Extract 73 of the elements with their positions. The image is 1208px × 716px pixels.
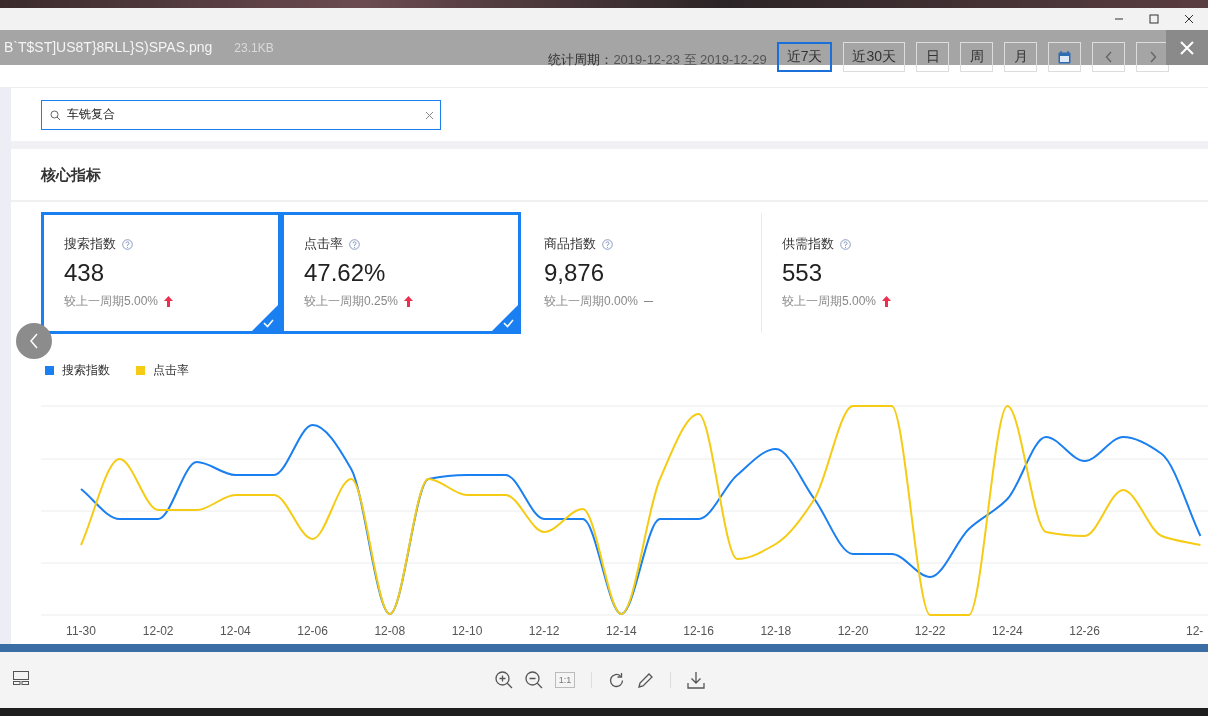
- period-label: 统计周期：: [548, 51, 614, 69]
- check-corner-icon: [252, 305, 278, 331]
- close-button[interactable]: [1166, 30, 1208, 65]
- maximize-icon[interactable]: [1149, 14, 1159, 24]
- file-name: B`T$ST]US8T}8RLL}S)SPAS.png: [4, 39, 213, 55]
- up-arrow-icon: [404, 296, 414, 307]
- metric-label: 点击率: [304, 235, 343, 253]
- calendar-icon: [1058, 50, 1071, 64]
- axis-label: 12-26: [1069, 624, 1100, 638]
- zoom-out-icon[interactable]: [525, 671, 543, 689]
- help-icon[interactable]: [602, 238, 613, 250]
- metric-change: 较上一周期0.25%: [304, 293, 399, 310]
- axis-label: 12-12: [528, 624, 560, 638]
- check-corner-icon: [492, 305, 518, 331]
- range-button[interactable]: 近30天: [843, 42, 905, 72]
- metric-change: 较上一周期5.00%: [782, 293, 877, 310]
- range-button[interactable]: 月: [1004, 42, 1037, 72]
- thumbnails-icon[interactable]: [13, 671, 29, 685]
- axis-label: 12-02: [142, 624, 174, 638]
- range-button[interactable]: 周: [960, 42, 993, 72]
- axis-label: 12-20: [837, 624, 869, 638]
- close-icon[interactable]: [1184, 14, 1194, 24]
- clear-icon[interactable]: [425, 110, 434, 120]
- zoom-in-icon[interactable]: [495, 671, 513, 689]
- metric-card[interactable]: 点击率 47.62% 较上一周期0.25%: [281, 212, 521, 334]
- axis-label: 12-22: [914, 624, 946, 638]
- metric-change: 较上一周期0.00%: [544, 293, 639, 310]
- section-title: 核心指标: [11, 149, 1208, 202]
- help-icon[interactable]: [122, 238, 133, 250]
- previous-image-button[interactable]: [16, 323, 52, 359]
- legend-label[interactable]: 点击率: [153, 361, 189, 379]
- help-icon[interactable]: [840, 238, 851, 250]
- metric-label: 供需指数: [782, 235, 834, 253]
- axis-label: 12-16: [683, 624, 714, 638]
- legend-label[interactable]: 搜索指数: [62, 361, 110, 379]
- metric-value: 438: [64, 259, 106, 287]
- metric-card[interactable]: 搜索指数 438 较上一周期5.00%: [41, 212, 281, 334]
- metric-card[interactable]: 商品指数 9,876 较上一周期0.00%: [521, 212, 761, 334]
- period-range: 2019-12-23 至 2019-12-29: [613, 51, 767, 69]
- actual-size-button[interactable]: 1:1: [555, 672, 575, 688]
- close-icon: [1180, 40, 1194, 55]
- range-button[interactable]: 近7天: [776, 42, 833, 72]
- axis-label: 12-06: [297, 624, 328, 638]
- pencil-icon[interactable]: [637, 671, 654, 689]
- search-icon: [50, 109, 61, 121]
- chevron-left-icon: [1104, 51, 1113, 63]
- metric-label: 商品指数: [544, 235, 596, 253]
- axis-label: 12-: [1186, 624, 1204, 638]
- chevron-left-icon: [29, 333, 39, 349]
- axis-label: 11-30: [66, 624, 96, 638]
- calendar-button[interactable]: [1048, 42, 1081, 72]
- rotate-icon[interactable]: [608, 671, 625, 689]
- metric-card[interactable]: 供需指数 553 较上一周期5.00%: [761, 212, 1001, 334]
- download-icon[interactable]: [687, 671, 705, 689]
- dash-icon: [644, 300, 654, 303]
- axis-label: 12-08: [374, 624, 406, 638]
- axis-label: 12-14: [606, 624, 637, 638]
- axis-label: 12-10: [451, 624, 483, 638]
- up-arrow-icon: [164, 296, 174, 307]
- axis-label: 12-18: [760, 624, 792, 638]
- metric-value: 553: [782, 259, 824, 287]
- metric-value: 9,876: [544, 259, 606, 287]
- search-field[interactable]: 车铣复合: [41, 99, 441, 130]
- metric-label: 搜索指数: [64, 235, 116, 253]
- chevron-right-icon: [1148, 51, 1157, 63]
- metric-change: 较上一周期5.00%: [64, 293, 159, 310]
- previous-button[interactable]: [1092, 42, 1125, 72]
- axis-label: 12-04: [220, 624, 251, 638]
- range-button[interactable]: 日: [916, 42, 949, 72]
- metric-value: 47.62%: [304, 259, 387, 287]
- help-icon[interactable]: [349, 238, 360, 250]
- axis-label: 12-24: [992, 624, 1023, 638]
- up-arrow-icon: [882, 296, 892, 307]
